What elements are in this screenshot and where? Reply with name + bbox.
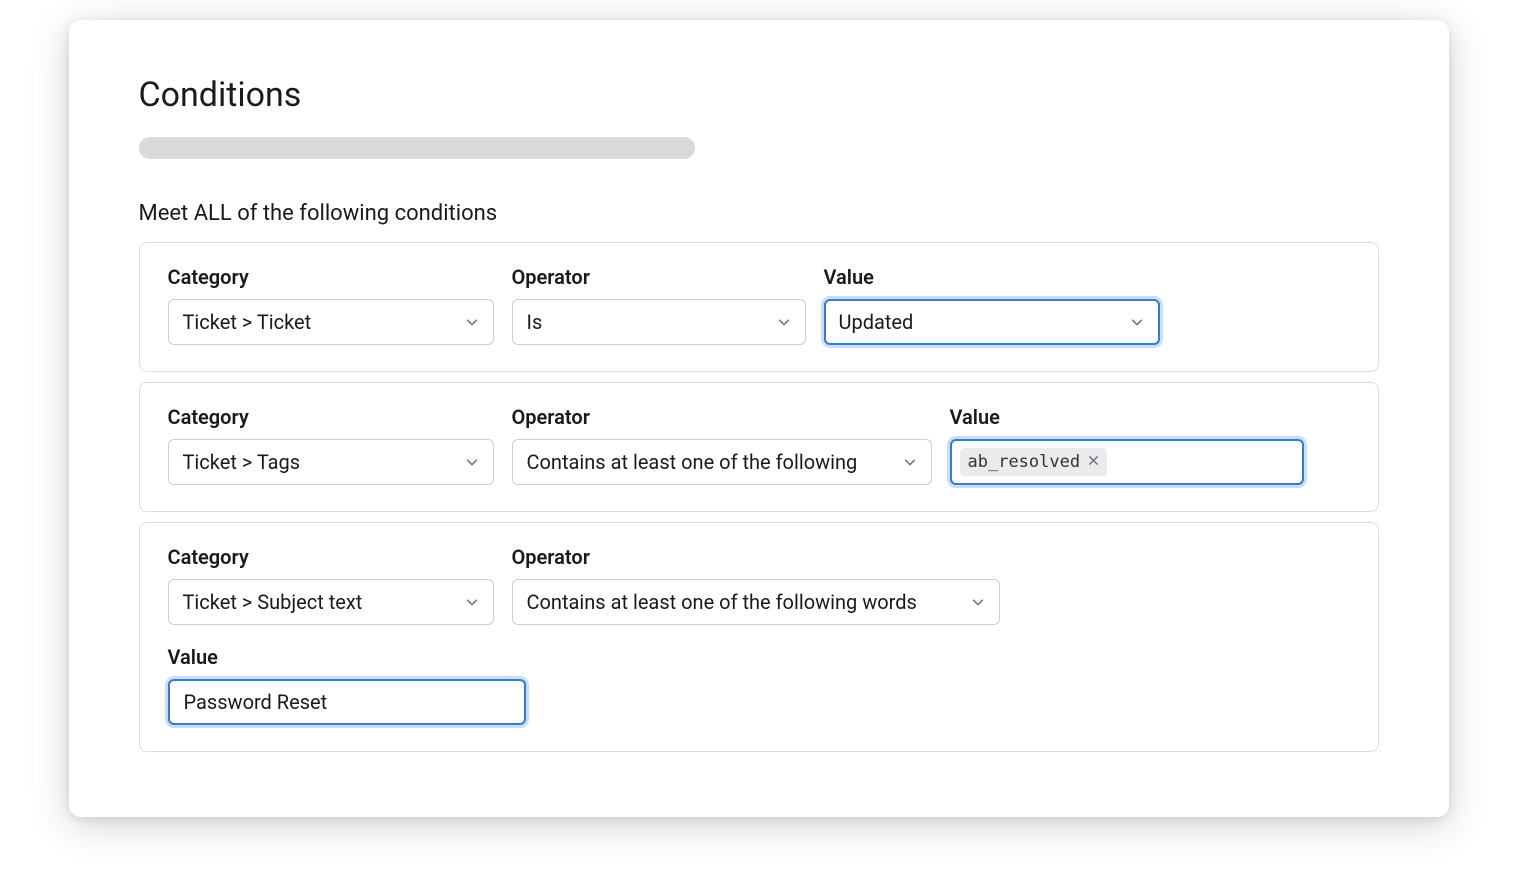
tag-chip: ab_resolved xyxy=(960,448,1108,476)
tag-text: ab_resolved xyxy=(968,452,1081,472)
tag-input[interactable]: ab_resolved xyxy=(950,439,1304,485)
dropdown-value: Contains at least one of the following w… xyxy=(527,590,917,614)
operator-dropdown[interactable]: Is xyxy=(512,299,806,345)
dropdown-value: Updated xyxy=(839,310,914,334)
chevron-down-icon xyxy=(465,315,479,329)
chevron-down-icon xyxy=(1130,315,1144,329)
category-field: Category Ticket > Tags xyxy=(168,405,494,485)
description-placeholder xyxy=(139,137,695,159)
operator-label: Operator xyxy=(512,545,1000,569)
operator-field: Operator Contains at least one of the fo… xyxy=(512,545,1000,625)
category-dropdown[interactable]: Ticket > Tags xyxy=(168,439,494,485)
dropdown-value: Ticket > Tags xyxy=(183,450,301,474)
operator-label: Operator xyxy=(512,405,932,429)
conditions-subtitle: Meet ALL of the following conditions xyxy=(139,201,1379,226)
value-dropdown[interactable]: Updated xyxy=(824,299,1160,345)
value-field: Value Password Reset xyxy=(168,645,1350,725)
chevron-down-icon xyxy=(777,315,791,329)
value-field: Value Updated xyxy=(824,265,1160,345)
chevron-down-icon xyxy=(903,455,917,469)
operator-label: Operator xyxy=(512,265,806,289)
remove-tag-icon[interactable] xyxy=(1088,455,1099,469)
condition-row: Category Ticket > Subject text Operator … xyxy=(139,522,1379,752)
value-label: Value xyxy=(950,405,1304,429)
condition-row: Category Ticket > Tags Operator Contains… xyxy=(139,382,1379,512)
chevron-down-icon xyxy=(465,595,479,609)
dropdown-value: Contains at least one of the following xyxy=(527,450,858,474)
input-value: Password Reset xyxy=(184,690,328,714)
category-label: Category xyxy=(168,265,494,289)
operator-dropdown[interactable]: Contains at least one of the following xyxy=(512,439,932,485)
category-dropdown[interactable]: Ticket > Subject text xyxy=(168,579,494,625)
category-label: Category xyxy=(168,405,494,429)
conditions-list: Category Ticket > Ticket Operator Is xyxy=(139,242,1379,752)
chevron-down-icon xyxy=(971,595,985,609)
conditions-panel: Conditions Meet ALL of the following con… xyxy=(69,20,1449,817)
operator-field: Operator Is xyxy=(512,265,806,345)
value-label: Value xyxy=(824,265,1160,289)
value-label: Value xyxy=(168,645,1350,669)
value-field: Value ab_resolved xyxy=(950,405,1304,485)
operator-dropdown[interactable]: Contains at least one of the following w… xyxy=(512,579,1000,625)
dropdown-value: Ticket > Ticket xyxy=(183,310,312,334)
category-dropdown[interactable]: Ticket > Ticket xyxy=(168,299,494,345)
condition-row: Category Ticket > Ticket Operator Is xyxy=(139,242,1379,372)
dropdown-value: Ticket > Subject text xyxy=(183,590,363,614)
category-label: Category xyxy=(168,545,494,569)
value-text-input[interactable]: Password Reset xyxy=(168,679,526,725)
operator-field: Operator Contains at least one of the fo… xyxy=(512,405,932,485)
category-field: Category Ticket > Subject text xyxy=(168,545,494,625)
chevron-down-icon xyxy=(465,455,479,469)
page-title: Conditions xyxy=(139,75,1379,115)
dropdown-value: Is xyxy=(527,310,543,334)
category-field: Category Ticket > Ticket xyxy=(168,265,494,345)
